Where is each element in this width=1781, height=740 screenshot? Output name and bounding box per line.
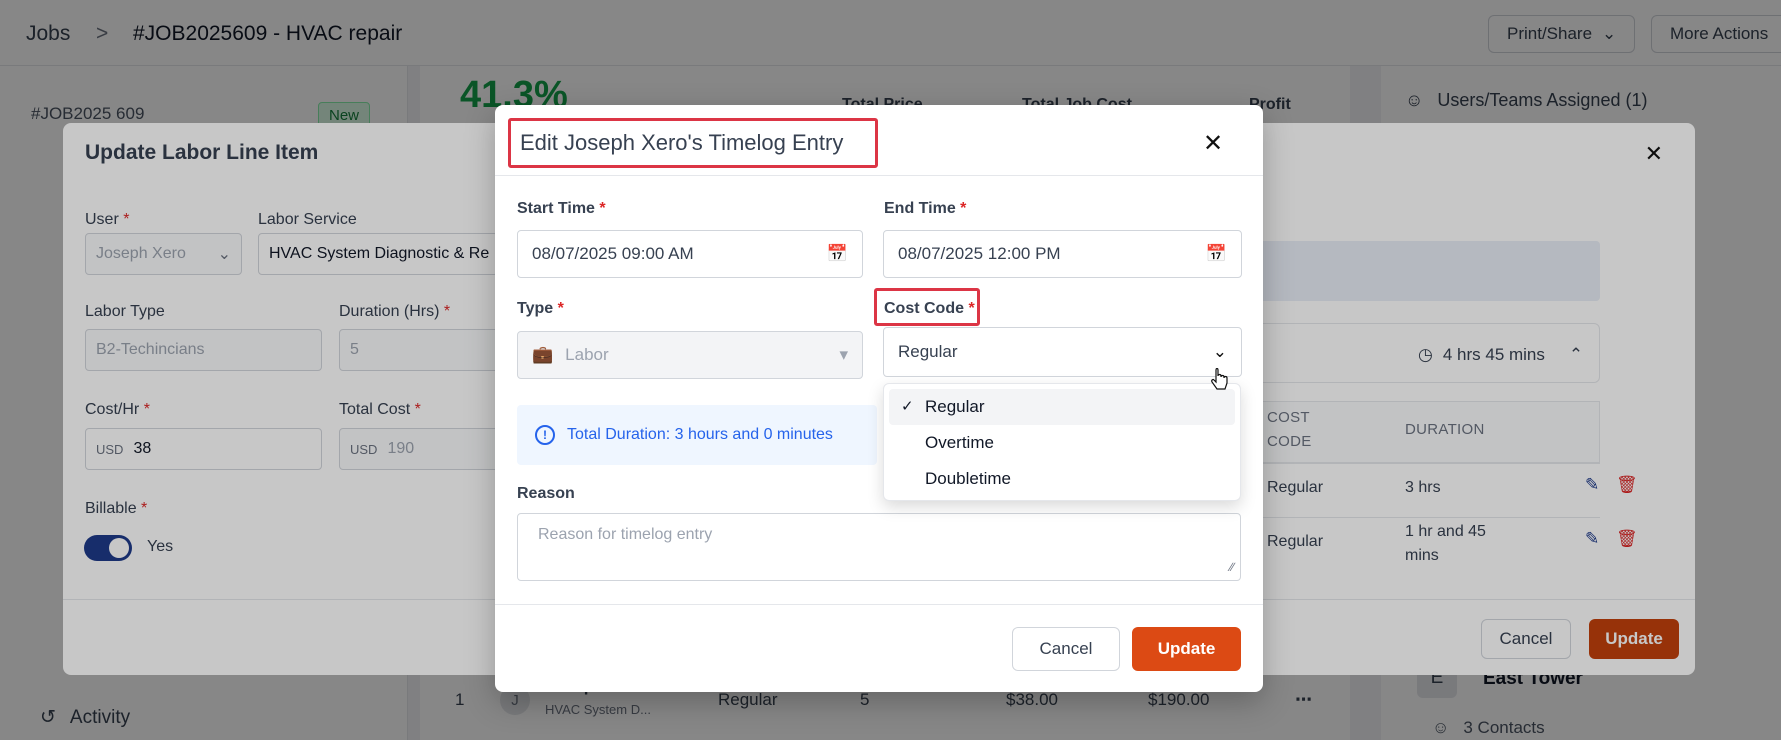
cost-code-select[interactable]: Regular ⌄ — [883, 327, 1242, 377]
update-button[interactable]: Update — [1132, 627, 1241, 671]
option-label: Doubletime — [925, 469, 1011, 488]
resize-handle-icon[interactable]: ∕∕ — [1230, 560, 1234, 574]
type-select: 💼 Labor ▾ — [517, 331, 863, 379]
info-icon: ! — [535, 425, 555, 445]
reason-label: Reason — [517, 485, 575, 502]
type-value: Labor — [565, 345, 609, 364]
option-label: Overtime — [925, 433, 994, 452]
caret-down-icon: ▾ — [839, 345, 848, 364]
modal-header-divider — [495, 175, 1263, 176]
calendar-icon[interactable]: 📅 — [827, 244, 848, 264]
hand-cursor-icon — [1211, 368, 1228, 390]
cost-code-label: Cost Code * — [884, 300, 975, 317]
cost-code-value: Regular — [898, 342, 958, 361]
start-time-label: Start Time * — [517, 200, 606, 217]
check-icon: ✓ — [901, 398, 914, 415]
cost-code-dropdown: ✓ Regular Overtime Doubletime — [883, 383, 1241, 501]
type-label: Type * — [517, 300, 564, 317]
option-regular[interactable]: ✓ Regular — [889, 389, 1235, 425]
total-duration-info: ! Total Duration: 3 hours and 0 minutes — [517, 405, 877, 465]
end-time-value: 08/07/2025 12:00 PM — [898, 244, 1061, 263]
briefcase-icon: 💼 — [532, 345, 554, 364]
reason-placeholder: Reason for timelog entry — [538, 526, 713, 543]
total-duration-text: Total Duration: 3 hours and 0 minutes — [567, 426, 833, 443]
option-overtime[interactable]: Overtime — [889, 425, 1235, 461]
calendar-icon[interactable]: 📅 — [1206, 244, 1227, 264]
modal-footer-divider — [495, 604, 1263, 605]
modal-title: Edit Joseph Xero's Timelog Entry — [508, 118, 878, 168]
option-doubletime[interactable]: Doubletime — [889, 461, 1235, 497]
end-time-label: End Time * — [884, 200, 967, 217]
close-icon[interactable]: ✕ — [1203, 129, 1223, 158]
cancel-button[interactable]: Cancel — [1012, 627, 1120, 671]
end-time-input[interactable]: 08/07/2025 12:00 PM 📅 — [883, 230, 1242, 278]
option-label: Regular — [925, 397, 985, 416]
reason-textarea[interactable]: Reason for timelog entry ∕∕ — [517, 513, 1241, 581]
start-time-input[interactable]: 08/07/2025 09:00 AM 📅 — [517, 230, 863, 278]
start-time-value: 08/07/2025 09:00 AM — [532, 244, 694, 263]
chevron-down-icon: ⌄ — [1212, 342, 1227, 361]
